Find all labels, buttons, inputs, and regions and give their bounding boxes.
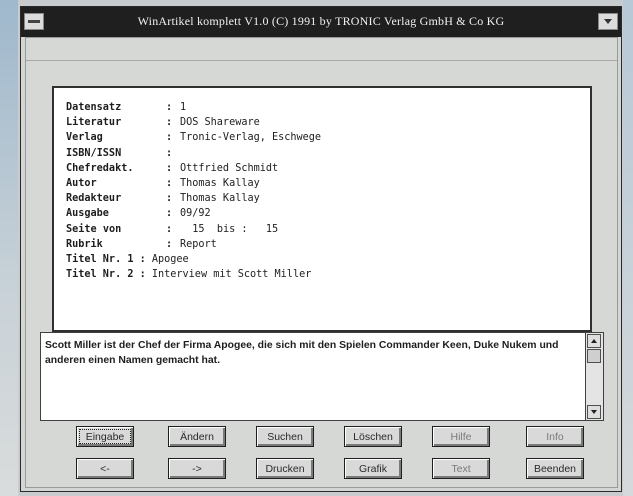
- field-redakteur: Redakteur: Thomas Kallay: [66, 191, 321, 206]
- field-value: Report: [180, 238, 217, 250]
- field-value: Tronic-Verlag, Eschwege: [180, 132, 322, 144]
- desktop-background-left: [0, 0, 18, 496]
- field-rubrik: Rubrik: Report: [66, 237, 321, 252]
- field-isbn: ISBN/ISSN:: [66, 146, 321, 161]
- grafik-button[interactable]: Grafik: [344, 458, 402, 479]
- arrow-up-icon: [591, 339, 597, 343]
- hilfe-button[interactable]: Hilfe: [432, 426, 490, 447]
- page-range-value: 15 bis : 15: [192, 223, 279, 235]
- field-titel-1: Titel Nr. 1 : Apogee: [66, 252, 321, 267]
- info-button[interactable]: Info: [526, 426, 584, 447]
- field-colon: :: [166, 223, 173, 235]
- desktop-background-right: [623, 0, 633, 496]
- field-label: Literatur: [66, 117, 122, 129]
- field-value: Thomas Kallay: [180, 178, 260, 190]
- field-colon: :: [166, 102, 173, 114]
- field-label: Seite von: [66, 224, 166, 235]
- field-colon: :: [133, 253, 152, 265]
- von-label: von: [102, 223, 122, 235]
- field-titel-2: Titel Nr. 2 : Interview mit Scott Miller: [66, 267, 321, 282]
- record-fields: Datensatz:1 Literatur: DOS Shareware Verl…: [66, 100, 321, 282]
- aendern-button[interactable]: Ändern: [168, 426, 226, 447]
- app-window: WinArtikel komplett V1.0 (C) 1991 by TRO…: [20, 6, 622, 492]
- previous-record-button[interactable]: <-: [76, 458, 134, 479]
- system-menu-bar-glyph: [28, 20, 40, 23]
- field-value: 09/92: [180, 208, 211, 220]
- text-button[interactable]: Text: [432, 458, 490, 479]
- field-label: Titel Nr. 2: [66, 269, 134, 281]
- field-label: ISBN/ISSN: [66, 147, 122, 159]
- record-display: Datensatz:1 Literatur: DOS Shareware Verl…: [52, 86, 592, 332]
- suchen-button[interactable]: Suchen: [256, 426, 314, 447]
- field-chefredakteur: Chefredakt.: Ottfried Schmidt: [66, 161, 321, 176]
- menu-bar: [26, 38, 617, 61]
- window-title: WinArtikel komplett V1.0 (C) 1991 by TRO…: [137, 14, 505, 28]
- field-ausgabe: Ausgabe:09/92: [66, 206, 321, 221]
- scroll-thumb[interactable]: [587, 349, 601, 363]
- field-label: Autor: [66, 178, 97, 190]
- field-autor: Autor: Thomas Kallay: [66, 176, 321, 191]
- field-label: Titel Nr. 1: [66, 253, 134, 265]
- page-from: 15: [192, 223, 205, 235]
- field-value: Thomas Kallay: [180, 193, 260, 205]
- beenden-button[interactable]: Beenden: [526, 458, 584, 479]
- field-colon: :: [166, 162, 173, 174]
- scroll-down-button[interactable]: [587, 405, 601, 419]
- seite-label: Seite: [66, 223, 97, 235]
- arrow-down-icon: [591, 410, 597, 414]
- bis-label: bis: [216, 223, 236, 235]
- field-colon: :: [166, 193, 173, 205]
- system-menu-icon[interactable]: [24, 13, 44, 30]
- field-datensatz: Datensatz:1: [66, 100, 321, 115]
- next-record-button[interactable]: ->: [168, 458, 226, 479]
- field-colon: :: [166, 238, 173, 250]
- field-value: Apogee: [151, 253, 189, 265]
- field-seite: Seite von: 15 bis : 15: [66, 222, 321, 237]
- field-label: Redakteur: [66, 193, 122, 205]
- field-value: DOS Shareware: [180, 117, 260, 129]
- field-value: Ottfried Schmidt: [180, 162, 279, 174]
- memo-textarea[interactable]: Scott Miller ist der Chef der Firma Apog…: [40, 332, 604, 421]
- field-label: Ausgabe: [66, 208, 109, 220]
- field-label: Datensatz: [66, 102, 122, 114]
- title-bar[interactable]: WinArtikel komplett V1.0 (C) 1991 by TRO…: [21, 7, 621, 37]
- field-colon: :: [166, 178, 173, 190]
- field-colon: :: [133, 269, 152, 281]
- minimize-arrow-glyph: [604, 19, 612, 24]
- field-literatur: Literatur: DOS Shareware: [66, 115, 321, 130]
- drucken-button[interactable]: Drucken: [256, 458, 314, 479]
- field-verlag: Verlag: Tronic-Verlag, Eschwege: [66, 130, 321, 145]
- scroll-up-button[interactable]: [587, 334, 601, 348]
- main-frame: Datensatz:1 Literatur: DOS Shareware Verl…: [25, 37, 618, 488]
- page-to: 15: [265, 223, 279, 235]
- field-value: 1: [180, 102, 187, 114]
- memo-text[interactable]: Scott Miller ist der Chef der Firma Apog…: [45, 338, 585, 368]
- loeschen-button[interactable]: Löschen: [344, 426, 402, 447]
- field-label: Rubrik: [66, 238, 103, 250]
- field-colon: :: [166, 132, 173, 144]
- field-value: Interview mit Scott Miller: [151, 269, 312, 281]
- field-colon: :: [166, 147, 173, 159]
- field-label: Verlag: [66, 132, 103, 144]
- field-colon: :: [166, 117, 173, 129]
- field-label: Chefredakt.: [66, 162, 134, 174]
- minimize-icon[interactable]: [598, 13, 618, 30]
- field-colon: :: [166, 208, 173, 220]
- eingabe-button[interactable]: Eingabe: [76, 426, 134, 447]
- memo-scrollbar[interactable]: [585, 333, 603, 420]
